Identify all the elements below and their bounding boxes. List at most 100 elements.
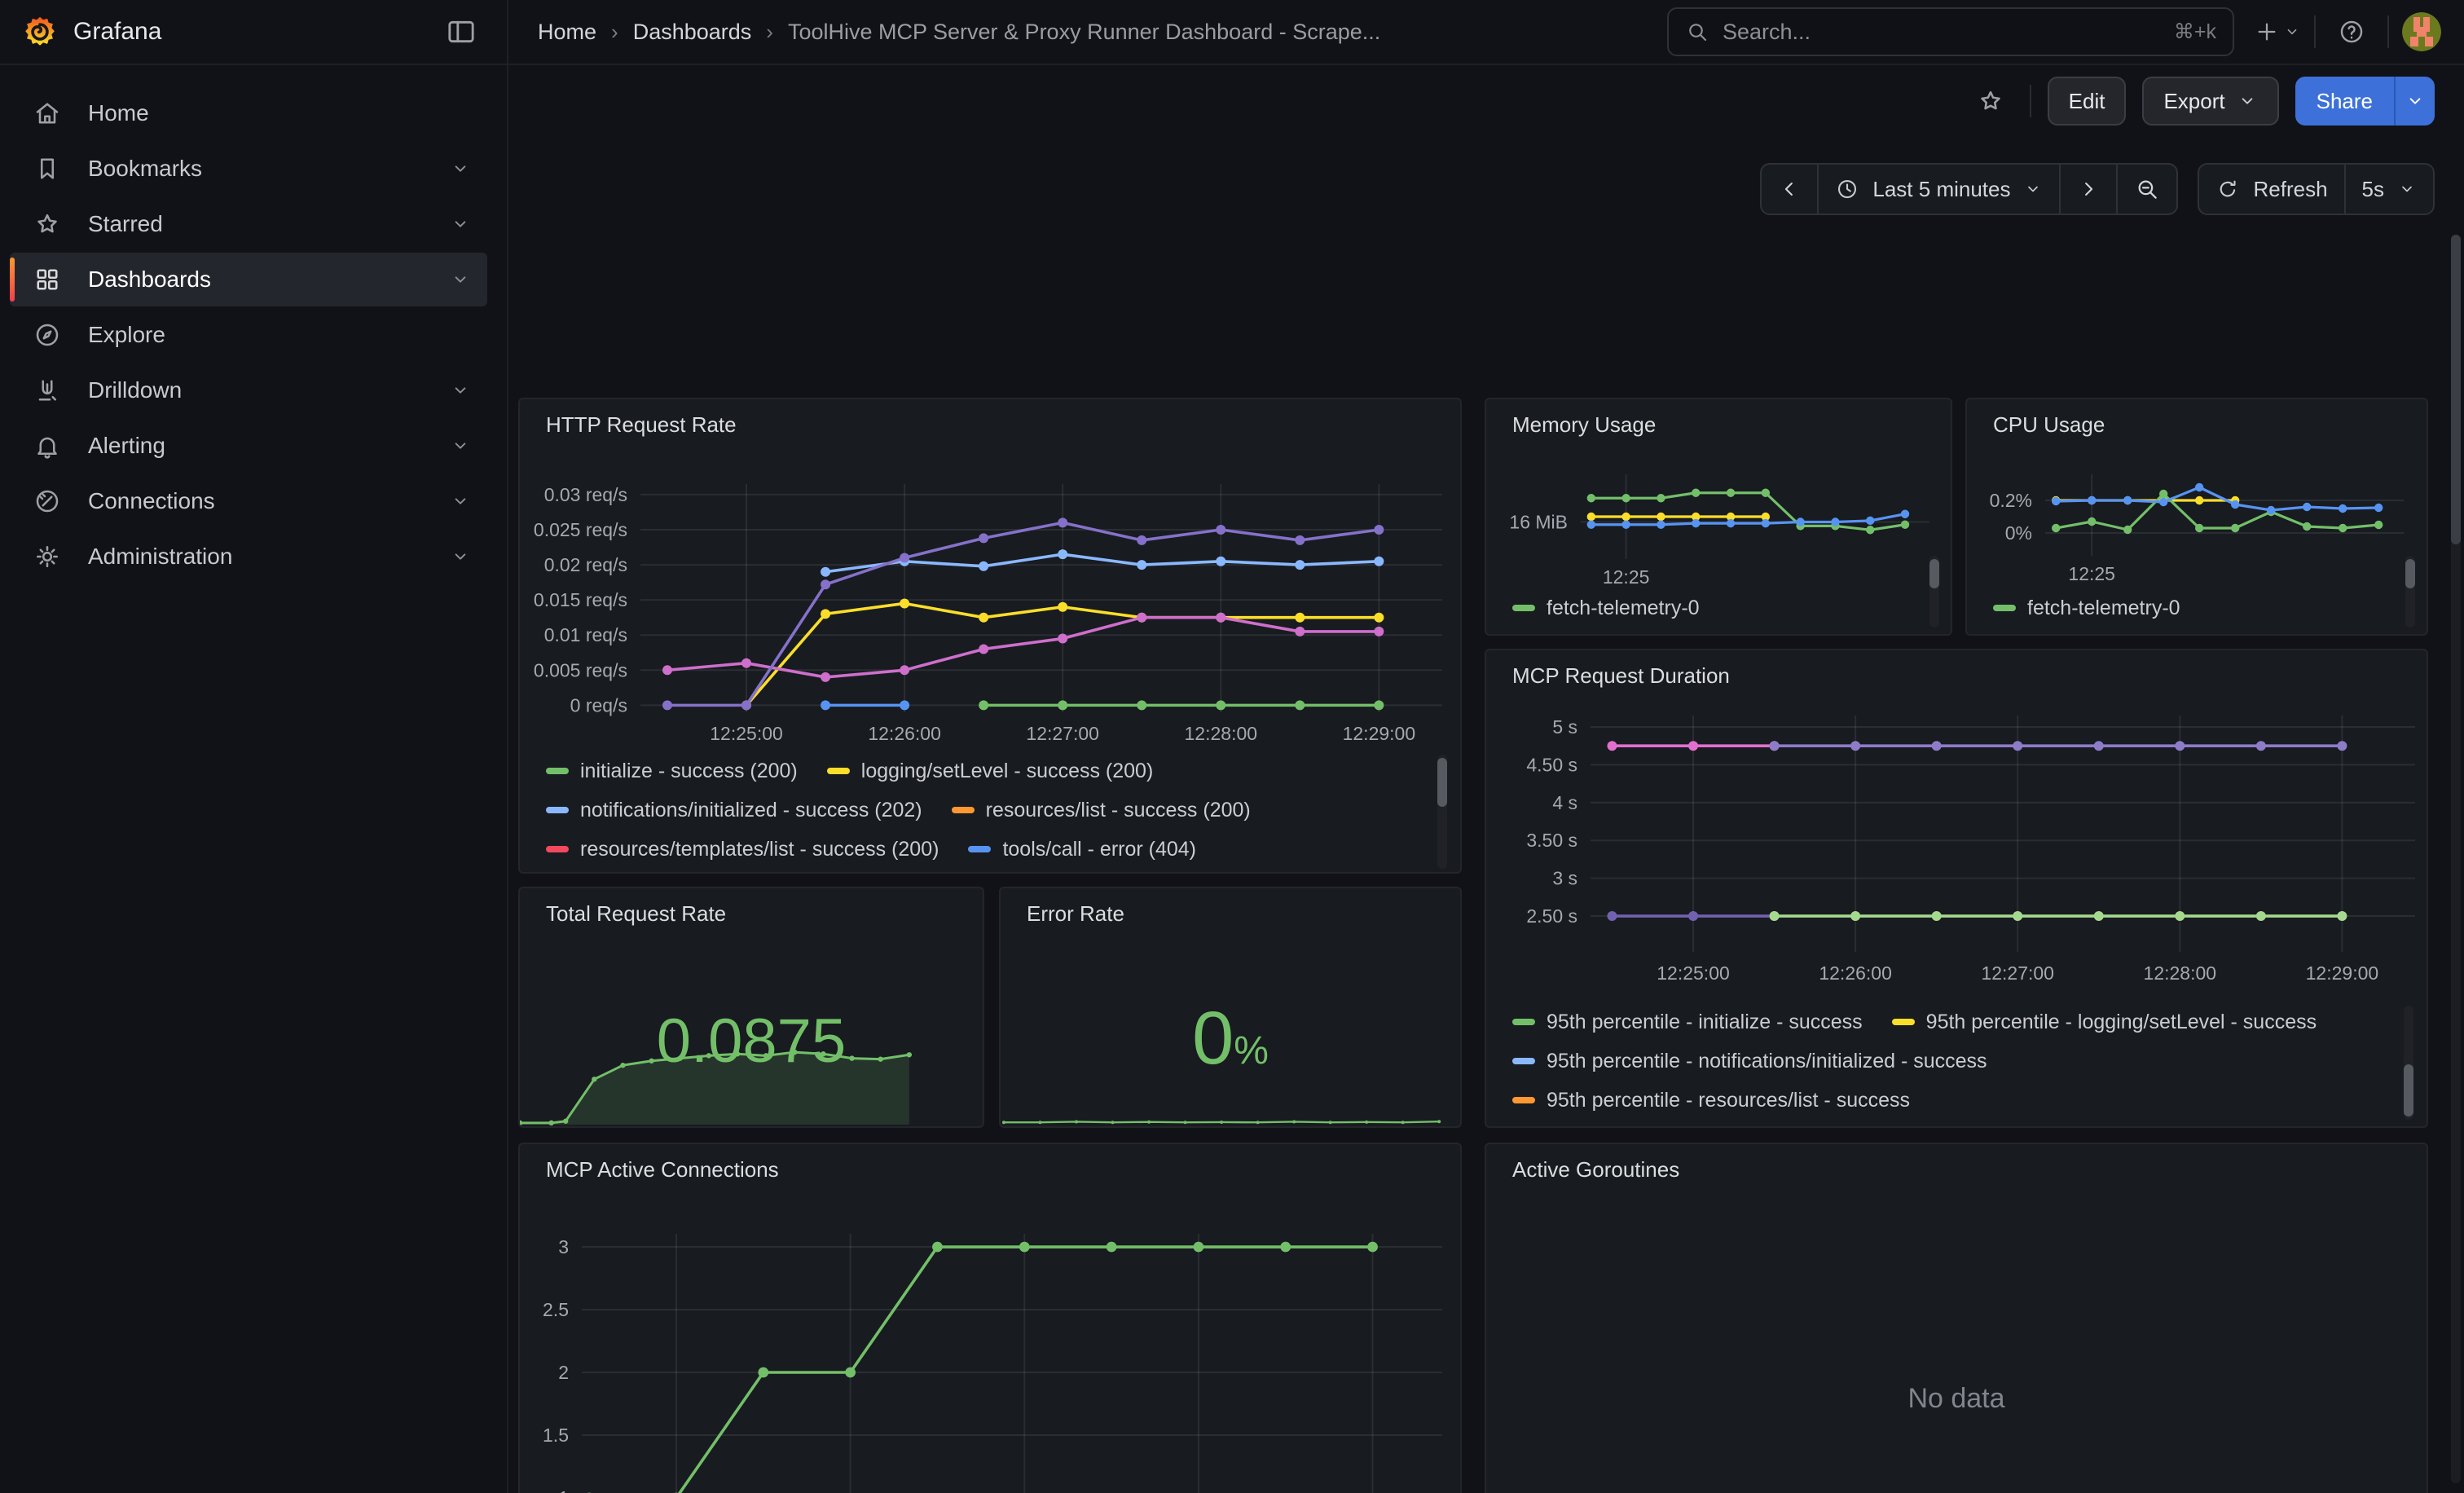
breadcrumb-dashboards[interactable]: Dashboards [633, 20, 752, 45]
legend-item[interactable]: fetch-telemetry-0 [1512, 597, 1700, 620]
divider [2030, 85, 2031, 117]
svg-text:0 req/s: 0 req/s [570, 694, 627, 716]
legend-item[interactable]: initialize - success (200) [546, 760, 798, 783]
series-color-chip [827, 768, 850, 774]
share-button-group: Share [2295, 77, 2435, 126]
sidebar-item-bookmarks[interactable]: Bookmarks [10, 142, 487, 196]
svg-text:3 s: 3 s [1552, 868, 1577, 889]
sidebar-item-drilldown[interactable]: Drilldown [10, 363, 487, 417]
memory-legend: fetch-telemetry-0 [1512, 588, 1912, 631]
legend-item[interactable]: 95th percentile - resources/list - succe… [1512, 1089, 1910, 1112]
http-request-rate-chart[interactable]: 0 req/s0.005 req/s0.01 req/s0.015 req/s0… [520, 399, 1462, 745]
time-range-picker[interactable]: Last 5 minutes [1817, 165, 2059, 214]
svg-text:12:25: 12:25 [2068, 563, 2115, 584]
panel-mcp-request-duration: MCP Request Duration 5 s4.50 s4 s3.50 s3… [1485, 649, 2428, 1128]
series-color-chip [1512, 1019, 1535, 1025]
export-button[interactable]: Export [2142, 77, 2278, 126]
refresh-button[interactable]: Refresh [2199, 165, 2343, 214]
grid-icon [33, 265, 62, 294]
series-color-chip [1892, 1019, 1915, 1025]
legend-scrollbar[interactable] [2404, 1006, 2413, 1120]
help-button[interactable] [2329, 9, 2374, 55]
chevron-down-icon [450, 380, 471, 401]
legend-item[interactable]: 95th percentile - notifications/initiali… [1512, 1050, 1987, 1073]
svg-text:16 MiB: 16 MiB [1509, 512, 1568, 533]
sidebar-toggle-icon[interactable] [438, 9, 484, 55]
star-favorite-button[interactable] [1968, 78, 2013, 124]
mcp-request-duration-chart[interactable]: 5 s4.50 s4 s3.50 s3 s2.50 s12:25:0012:26… [1486, 650, 2428, 986]
legend-item[interactable]: notifications/initialized - success (202… [546, 799, 922, 822]
memory-usage-chart[interactable]: 16 MiB 12:25 [1486, 442, 1951, 598]
legend-scrollbar-thumb[interactable] [1437, 758, 1447, 807]
sidebar-item-label: Bookmarks [88, 156, 202, 182]
page-scrollbar-thumb[interactable] [2451, 235, 2461, 544]
sidebar-item-connections[interactable]: Connections [10, 474, 487, 528]
panel-title[interactable]: CPU Usage [1993, 412, 2105, 438]
sidebar-item-alerting[interactable]: Alerting [10, 419, 487, 473]
mcp-active-connections-chart[interactable]: 11.522.5312:25:0012:26:0012:27:0012:28:0… [520, 1144, 1462, 1493]
legend-scrollbar-thumb[interactable] [1929, 559, 1939, 588]
refresh-interval-picker[interactable]: 5s [2344, 165, 2433, 214]
bookmark-icon [33, 154, 62, 183]
legend-item[interactable]: resources/templates/list - success (200) [546, 838, 939, 861]
error-rate-value: 0% [1001, 996, 1460, 1081]
user-avatar[interactable] [2402, 12, 2441, 51]
legend-item[interactable]: tools/call - error (404) [968, 838, 1196, 861]
legend-scrollbar-thumb[interactable] [2404, 1064, 2413, 1116]
chevron-down-icon [2237, 90, 2258, 112]
legend-scrollbar[interactable] [1437, 755, 1447, 869]
zoom-out-button[interactable] [2116, 165, 2176, 214]
svg-text:12:27:00: 12:27:00 [1981, 962, 2054, 984]
share-button[interactable]: Share [2295, 77, 2394, 126]
svg-text:0.025 req/s: 0.025 req/s [534, 519, 627, 540]
legend-scrollbar-thumb[interactable] [2405, 559, 2415, 588]
share-dropdown-button[interactable] [2394, 77, 2435, 126]
grafana-logo[interactable] [23, 15, 57, 49]
legend-item[interactable]: logging/setLevel - success (200) [827, 760, 1154, 783]
sidebar-item-home[interactable]: Home [10, 86, 487, 140]
svg-text:12:26:00: 12:26:00 [1819, 962, 1892, 984]
legend-item[interactable]: 95th percentile - resources/templates/li… [1512, 1128, 2004, 1129]
legend-item[interactable]: resources/list - success (200) [952, 799, 1251, 822]
cpu-usage-chart[interactable]: 0.2%0%12:25 [1967, 442, 2427, 598]
sidebar-item-starred[interactable]: Starred [10, 197, 487, 251]
topbar-right: Home › Dashboards › ToolHive MCP Server … [508, 7, 2464, 56]
time-shift-back-button[interactable] [1762, 165, 1817, 214]
panel-title[interactable]: Memory Usage [1512, 412, 1656, 438]
svg-text:12:25:00: 12:25:00 [1657, 962, 1730, 984]
http-legend: initialize - success (200) logging/setLev… [546, 751, 1421, 874]
svg-text:12:25: 12:25 [1603, 566, 1650, 588]
legend-scrollbar[interactable] [1929, 556, 1939, 628]
edit-button[interactable]: Edit [2048, 77, 2127, 126]
panel-title[interactable]: Active Goroutines [1512, 1157, 1679, 1183]
svg-text:3: 3 [558, 1236, 569, 1257]
add-new-button[interactable] [2254, 9, 2301, 55]
no-data-message: No data [1486, 1383, 2427, 1415]
sidebar-item-administration[interactable]: Administration [10, 530, 487, 584]
legend-item[interactable]: 95th percentile - initialize - success [1512, 1011, 1863, 1034]
page-scrollbar[interactable] [2451, 235, 2461, 1483]
sidebar-item-explore[interactable]: Explore [10, 308, 487, 362]
breadcrumb-home[interactable]: Home [538, 20, 596, 45]
legend-item[interactable]: fetch-telemetry-0 [1993, 597, 2180, 620]
sidebar-item-label: Administration [88, 544, 232, 570]
chevron-down-icon [450, 546, 471, 567]
svg-text:0.2%: 0.2% [1990, 490, 2032, 511]
sidebar-item-label: Connections [88, 488, 215, 514]
panel-active-goroutines: Active Goroutines No data [1485, 1143, 2428, 1493]
grafana-app: Grafana Home › Dashboards › ToolHive MCP… [0, 0, 2464, 1493]
panel-memory-usage: Memory Usage 16 MiB 12:25 fetch-telemetry… [1485, 398, 1952, 636]
time-shift-forward-button[interactable] [2059, 165, 2116, 214]
series-color-chip [546, 846, 569, 852]
legend-item[interactable]: 95th percentile - logging/setLevel - suc… [1892, 1011, 2317, 1034]
legend-scrollbar[interactable] [2405, 556, 2415, 628]
clock-icon [1835, 177, 1859, 201]
series-color-chip [1512, 605, 1535, 611]
svg-text:3.50 s: 3.50 s [1526, 830, 1577, 851]
sidebar-item-label: Drilldown [88, 377, 182, 403]
breadcrumb-page-title: ToolHive MCP Server & Proxy Runner Dashb… [788, 20, 1380, 45]
sidebar-item-dashboards[interactable]: Dashboards [10, 253, 487, 306]
search-input[interactable]: Search... ⌘+k [1667, 7, 2234, 56]
series-color-chip [546, 807, 569, 813]
chevron-down-icon [2397, 179, 2417, 199]
